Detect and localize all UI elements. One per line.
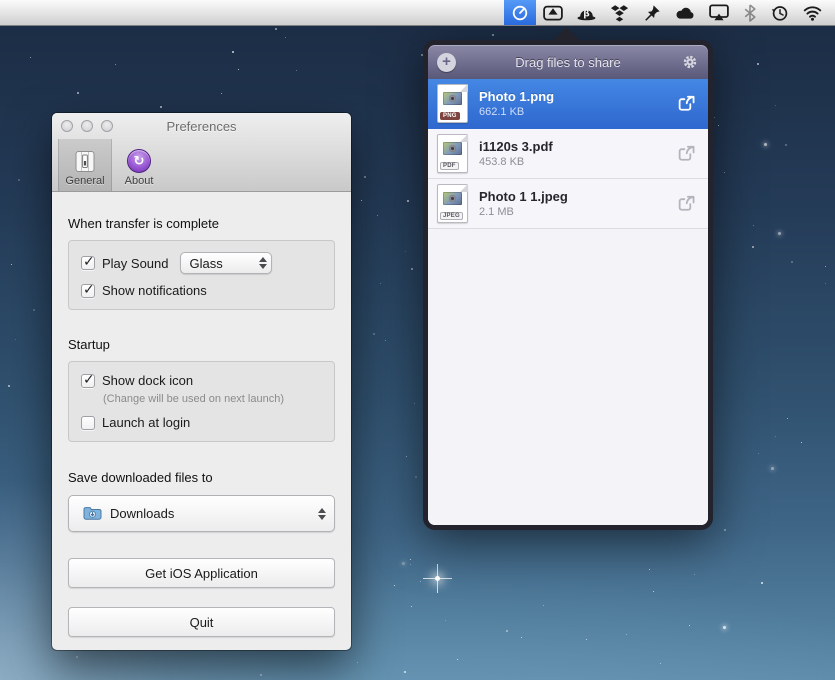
file-type-icon: PNG bbox=[437, 84, 468, 123]
file-type-badge: PDF bbox=[440, 162, 459, 170]
show-dock-icon-checkbox[interactable] bbox=[81, 374, 95, 388]
file-size: 662.1 KB bbox=[479, 106, 677, 118]
popover-arrow bbox=[552, 27, 580, 41]
file-type-icon: JPEG bbox=[437, 184, 468, 223]
file-meta: i1120s 3.pdf 453.8 KB bbox=[479, 139, 677, 168]
file-size: 453.8 KB bbox=[479, 156, 677, 168]
play-sound-checkbox[interactable] bbox=[81, 256, 95, 270]
file-row[interactable]: JPEG Photo 1 1.jpeg 2.1 MB bbox=[428, 179, 708, 229]
save-folder-value: Downloads bbox=[110, 506, 314, 521]
file-type-badge: JPEG bbox=[440, 212, 463, 220]
stepper-arrows-icon bbox=[318, 508, 326, 520]
file-size: 2.1 MB bbox=[479, 206, 677, 218]
beta-hat-icon[interactable]: β bbox=[570, 0, 603, 25]
minimize-button[interactable] bbox=[81, 120, 93, 132]
file-meta: Photo 1.png 662.1 KB bbox=[479, 89, 677, 118]
dock-icon-note: (Change will be used on next launch) bbox=[103, 393, 322, 405]
section-heading-startup: Startup bbox=[68, 337, 335, 352]
show-notifications-label: Show notifications bbox=[102, 283, 207, 298]
quit-button[interactable]: Quit bbox=[68, 607, 335, 637]
section-heading-transfer: When transfer is complete bbox=[68, 216, 335, 231]
drop-zone[interactable] bbox=[428, 229, 708, 525]
file-type-icon: PDF bbox=[437, 134, 468, 173]
transfer-group: Play Sound Glass Show notifications bbox=[68, 240, 335, 310]
launch-at-login-label: Launch at login bbox=[102, 415, 190, 430]
tab-general-label: General bbox=[65, 175, 104, 187]
share-icon[interactable] bbox=[677, 95, 696, 112]
startup-group: Show dock icon (Change will be used on n… bbox=[68, 361, 335, 442]
status-icons: β bbox=[504, 0, 835, 25]
window-chrome: Preferences General ↻ About bbox=[52, 113, 351, 192]
file-row[interactable]: PDF i1120s 3.pdf 453.8 KB bbox=[428, 129, 708, 179]
file-name: i1120s 3.pdf bbox=[479, 139, 677, 154]
file-name: Photo 1.png bbox=[479, 89, 677, 104]
eject-box-icon[interactable] bbox=[536, 0, 570, 25]
bright-star bbox=[435, 576, 440, 581]
bluetooth-icon[interactable] bbox=[736, 0, 764, 25]
menu-bar: β bbox=[0, 0, 835, 26]
file-list: PNG Photo 1.png 662.1 KB PDF i1120s 3.pd… bbox=[428, 79, 708, 525]
add-file-button[interactable]: + bbox=[437, 53, 456, 72]
time-machine-icon[interactable] bbox=[764, 0, 796, 25]
settings-gear-button[interactable] bbox=[680, 54, 699, 70]
tab-about-label: About bbox=[125, 175, 154, 187]
share-icon[interactable] bbox=[677, 145, 696, 162]
file-type-badge: PNG bbox=[440, 112, 460, 120]
get-ios-application-button[interactable]: Get iOS Application bbox=[68, 558, 335, 588]
airplay-display-icon[interactable] bbox=[702, 0, 736, 25]
popover-frame: + Drag files to share PNG Photo 1.png 66… bbox=[423, 40, 713, 530]
tab-general[interactable]: General bbox=[58, 139, 112, 191]
file-row[interactable]: PNG Photo 1.png 662.1 KB bbox=[428, 79, 708, 129]
svg-text:β: β bbox=[583, 9, 590, 19]
pushpin-icon[interactable] bbox=[636, 0, 668, 25]
dropbox-icon[interactable] bbox=[603, 0, 636, 25]
tab-about[interactable]: ↻ About bbox=[112, 139, 166, 191]
traffic-lights bbox=[61, 113, 113, 139]
popover-title: Drag files to share bbox=[456, 55, 680, 70]
section-heading-save: Save downloaded files to bbox=[68, 470, 335, 485]
play-sound-label: Play Sound bbox=[102, 256, 169, 271]
stepper-arrows-icon bbox=[259, 257, 267, 269]
share-icon[interactable] bbox=[677, 195, 696, 212]
close-button[interactable] bbox=[61, 120, 73, 132]
cloud-icon[interactable] bbox=[668, 0, 702, 25]
popover-header: + Drag files to share bbox=[428, 45, 708, 79]
app-gauge-icon[interactable] bbox=[504, 0, 536, 25]
launch-at-login-checkbox[interactable] bbox=[81, 416, 95, 430]
preferences-toolbar: General ↻ About bbox=[52, 139, 351, 191]
photo-thumbnail bbox=[443, 192, 462, 205]
zoom-button[interactable] bbox=[101, 120, 113, 132]
switch-icon bbox=[74, 150, 96, 173]
file-name: Photo 1 1.jpeg bbox=[479, 189, 677, 204]
wifi-icon[interactable] bbox=[796, 0, 829, 25]
preferences-content: When transfer is complete Play Sound Gla… bbox=[52, 192, 351, 650]
show-dock-icon-label: Show dock icon bbox=[102, 373, 193, 388]
about-orb-icon: ↻ bbox=[127, 149, 151, 173]
title-bar[interactable]: Preferences bbox=[52, 113, 351, 139]
downloads-folder-icon bbox=[83, 506, 102, 521]
show-notifications-checkbox[interactable] bbox=[81, 284, 95, 298]
sound-select-value: Glass bbox=[190, 256, 255, 271]
preferences-window: Preferences General ↻ About When transfe… bbox=[52, 113, 351, 650]
save-folder-select[interactable]: Downloads bbox=[68, 495, 335, 532]
photo-thumbnail bbox=[443, 142, 462, 155]
photo-thumbnail bbox=[443, 92, 462, 105]
sound-select[interactable]: Glass bbox=[180, 252, 272, 274]
file-meta: Photo 1 1.jpeg 2.1 MB bbox=[479, 189, 677, 218]
